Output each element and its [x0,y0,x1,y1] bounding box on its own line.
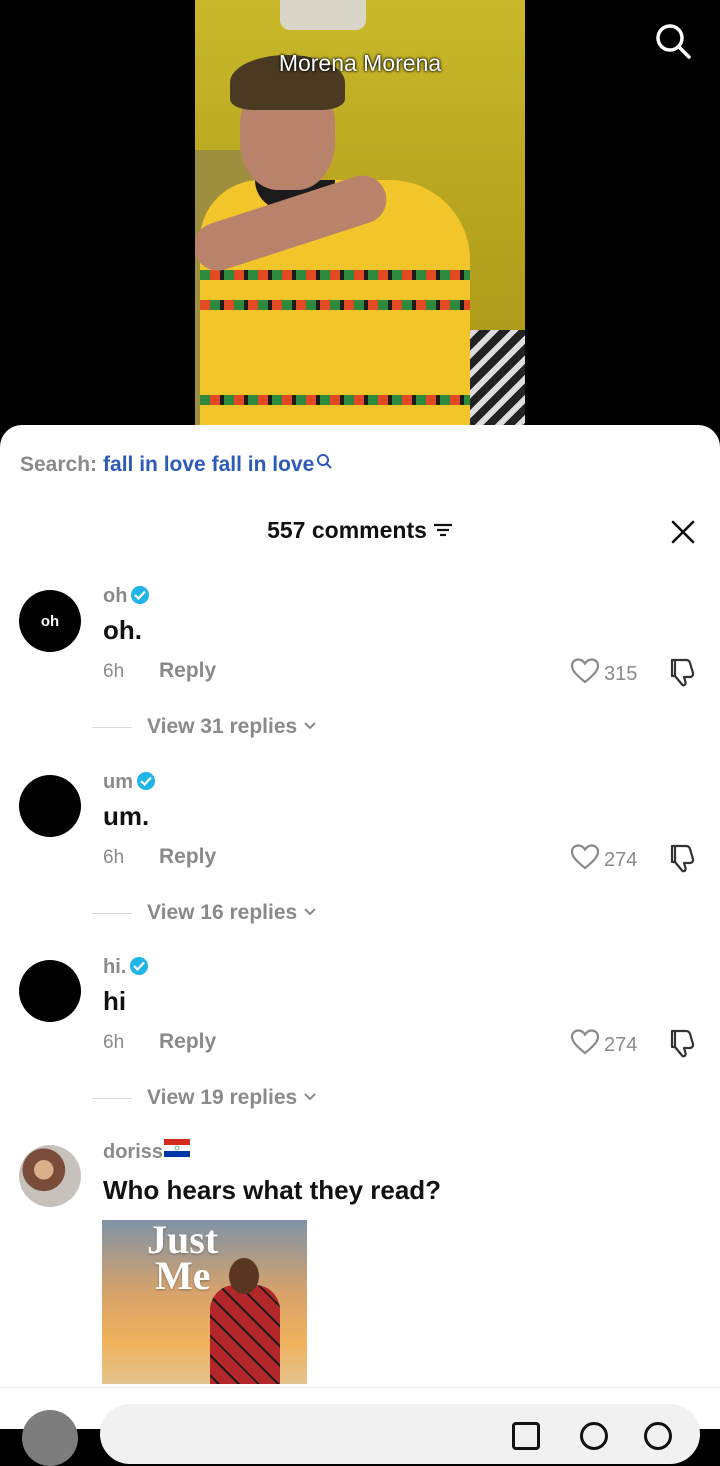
like-count: 274 [604,1033,638,1056]
comment-username[interactable]: oh [103,585,150,608]
paraguay-flag-icon [164,1139,191,1163]
avatar[interactable] [19,775,81,837]
chevron-down-icon [303,718,317,736]
username-text: oh [103,585,128,607]
view-replies-button[interactable]: View 16 replies [92,901,317,925]
avatar[interactable] [19,1145,81,1207]
filter-icon[interactable] [433,517,453,544]
username-text: um [103,771,133,793]
heart-icon [570,657,600,691]
close-icon[interactable] [670,519,696,545]
comment-input-bar [0,1387,720,1466]
comment-text: um. [103,801,150,831]
reply-button[interactable]: Reply [159,845,216,869]
dislike-icon[interactable] [666,656,698,688]
comments-sheet: Search: fall in love fall in love 557 com… [0,425,720,1466]
comments-count: 557 comments [267,517,427,543]
search-icon [316,451,332,475]
username-text: doriss [103,1141,164,1163]
like-button[interactable]: 274 [570,1028,637,1062]
comment-username[interactable]: um [103,771,155,794]
search-term[interactable]: fall in love fall in love [103,453,314,476]
video-caption: Morena Morena [278,50,442,76]
search-label: Search: [20,453,98,476]
avatar[interactable] [19,960,81,1022]
ceiling-lamp [280,0,366,30]
view-replies-text: View 16 replies [147,901,298,924]
dislike-icon[interactable] [666,842,698,874]
comment-input[interactable] [100,1404,700,1464]
chevron-down-icon [303,1089,317,1107]
gif-person-jacket [210,1285,280,1384]
avatar[interactable]: oh [19,590,81,652]
shirt-stripe [200,300,470,310]
comment-username[interactable]: doriss [103,1139,191,1164]
comment-text: hi [103,986,127,1016]
search-suggestion[interactable]: Search: fall in love fall in love [20,453,332,477]
gif-attachment[interactable]: Just Me [102,1220,307,1384]
reply-button[interactable]: Reply [159,1030,216,1054]
image-icon[interactable] [512,1422,540,1450]
verified-icon [130,957,149,976]
comment-text: Who hears what they read? [103,1175,442,1205]
like-count: 315 [604,662,638,685]
shirt-stripe [200,395,470,405]
search-icon[interactable] [654,22,692,60]
heart-icon [570,1028,600,1062]
like-count: 274 [604,848,638,871]
gif-title: Just Me [147,1220,218,1296]
comments-count-header[interactable]: 557 comments [0,517,720,544]
view-replies-button[interactable]: View 19 replies [92,1086,317,1110]
comment-time: 6h [103,661,125,682]
replies-divider [92,912,132,914]
comment-text: oh. [103,615,142,645]
view-replies-text: View 19 replies [147,1086,298,1109]
like-button[interactable]: 315 [570,657,637,691]
like-button[interactable]: 274 [570,843,637,877]
verified-icon [131,586,150,605]
view-replies-text: View 31 replies [147,715,298,738]
comment-time: 6h [103,1032,125,1053]
shirt-stripe [200,270,470,280]
verified-icon [137,772,155,791]
username-text: hi. [103,956,127,978]
view-replies-button[interactable]: View 31 replies [92,715,317,739]
heart-icon [570,843,600,877]
mention-icon[interactable] [580,1422,608,1450]
gif-title-line2: Me [155,1253,211,1298]
replies-divider [92,726,132,728]
dislike-icon[interactable] [666,1027,698,1059]
reply-button[interactable]: Reply [159,659,216,683]
gif-person-face [229,1258,259,1294]
comment-time: 6h [103,847,125,868]
comment-username[interactable]: hi. [103,956,149,979]
emoji-icon[interactable] [644,1422,672,1450]
user-avatar[interactable] [22,1410,78,1466]
replies-divider [92,1097,132,1099]
chevron-down-icon [303,904,317,922]
